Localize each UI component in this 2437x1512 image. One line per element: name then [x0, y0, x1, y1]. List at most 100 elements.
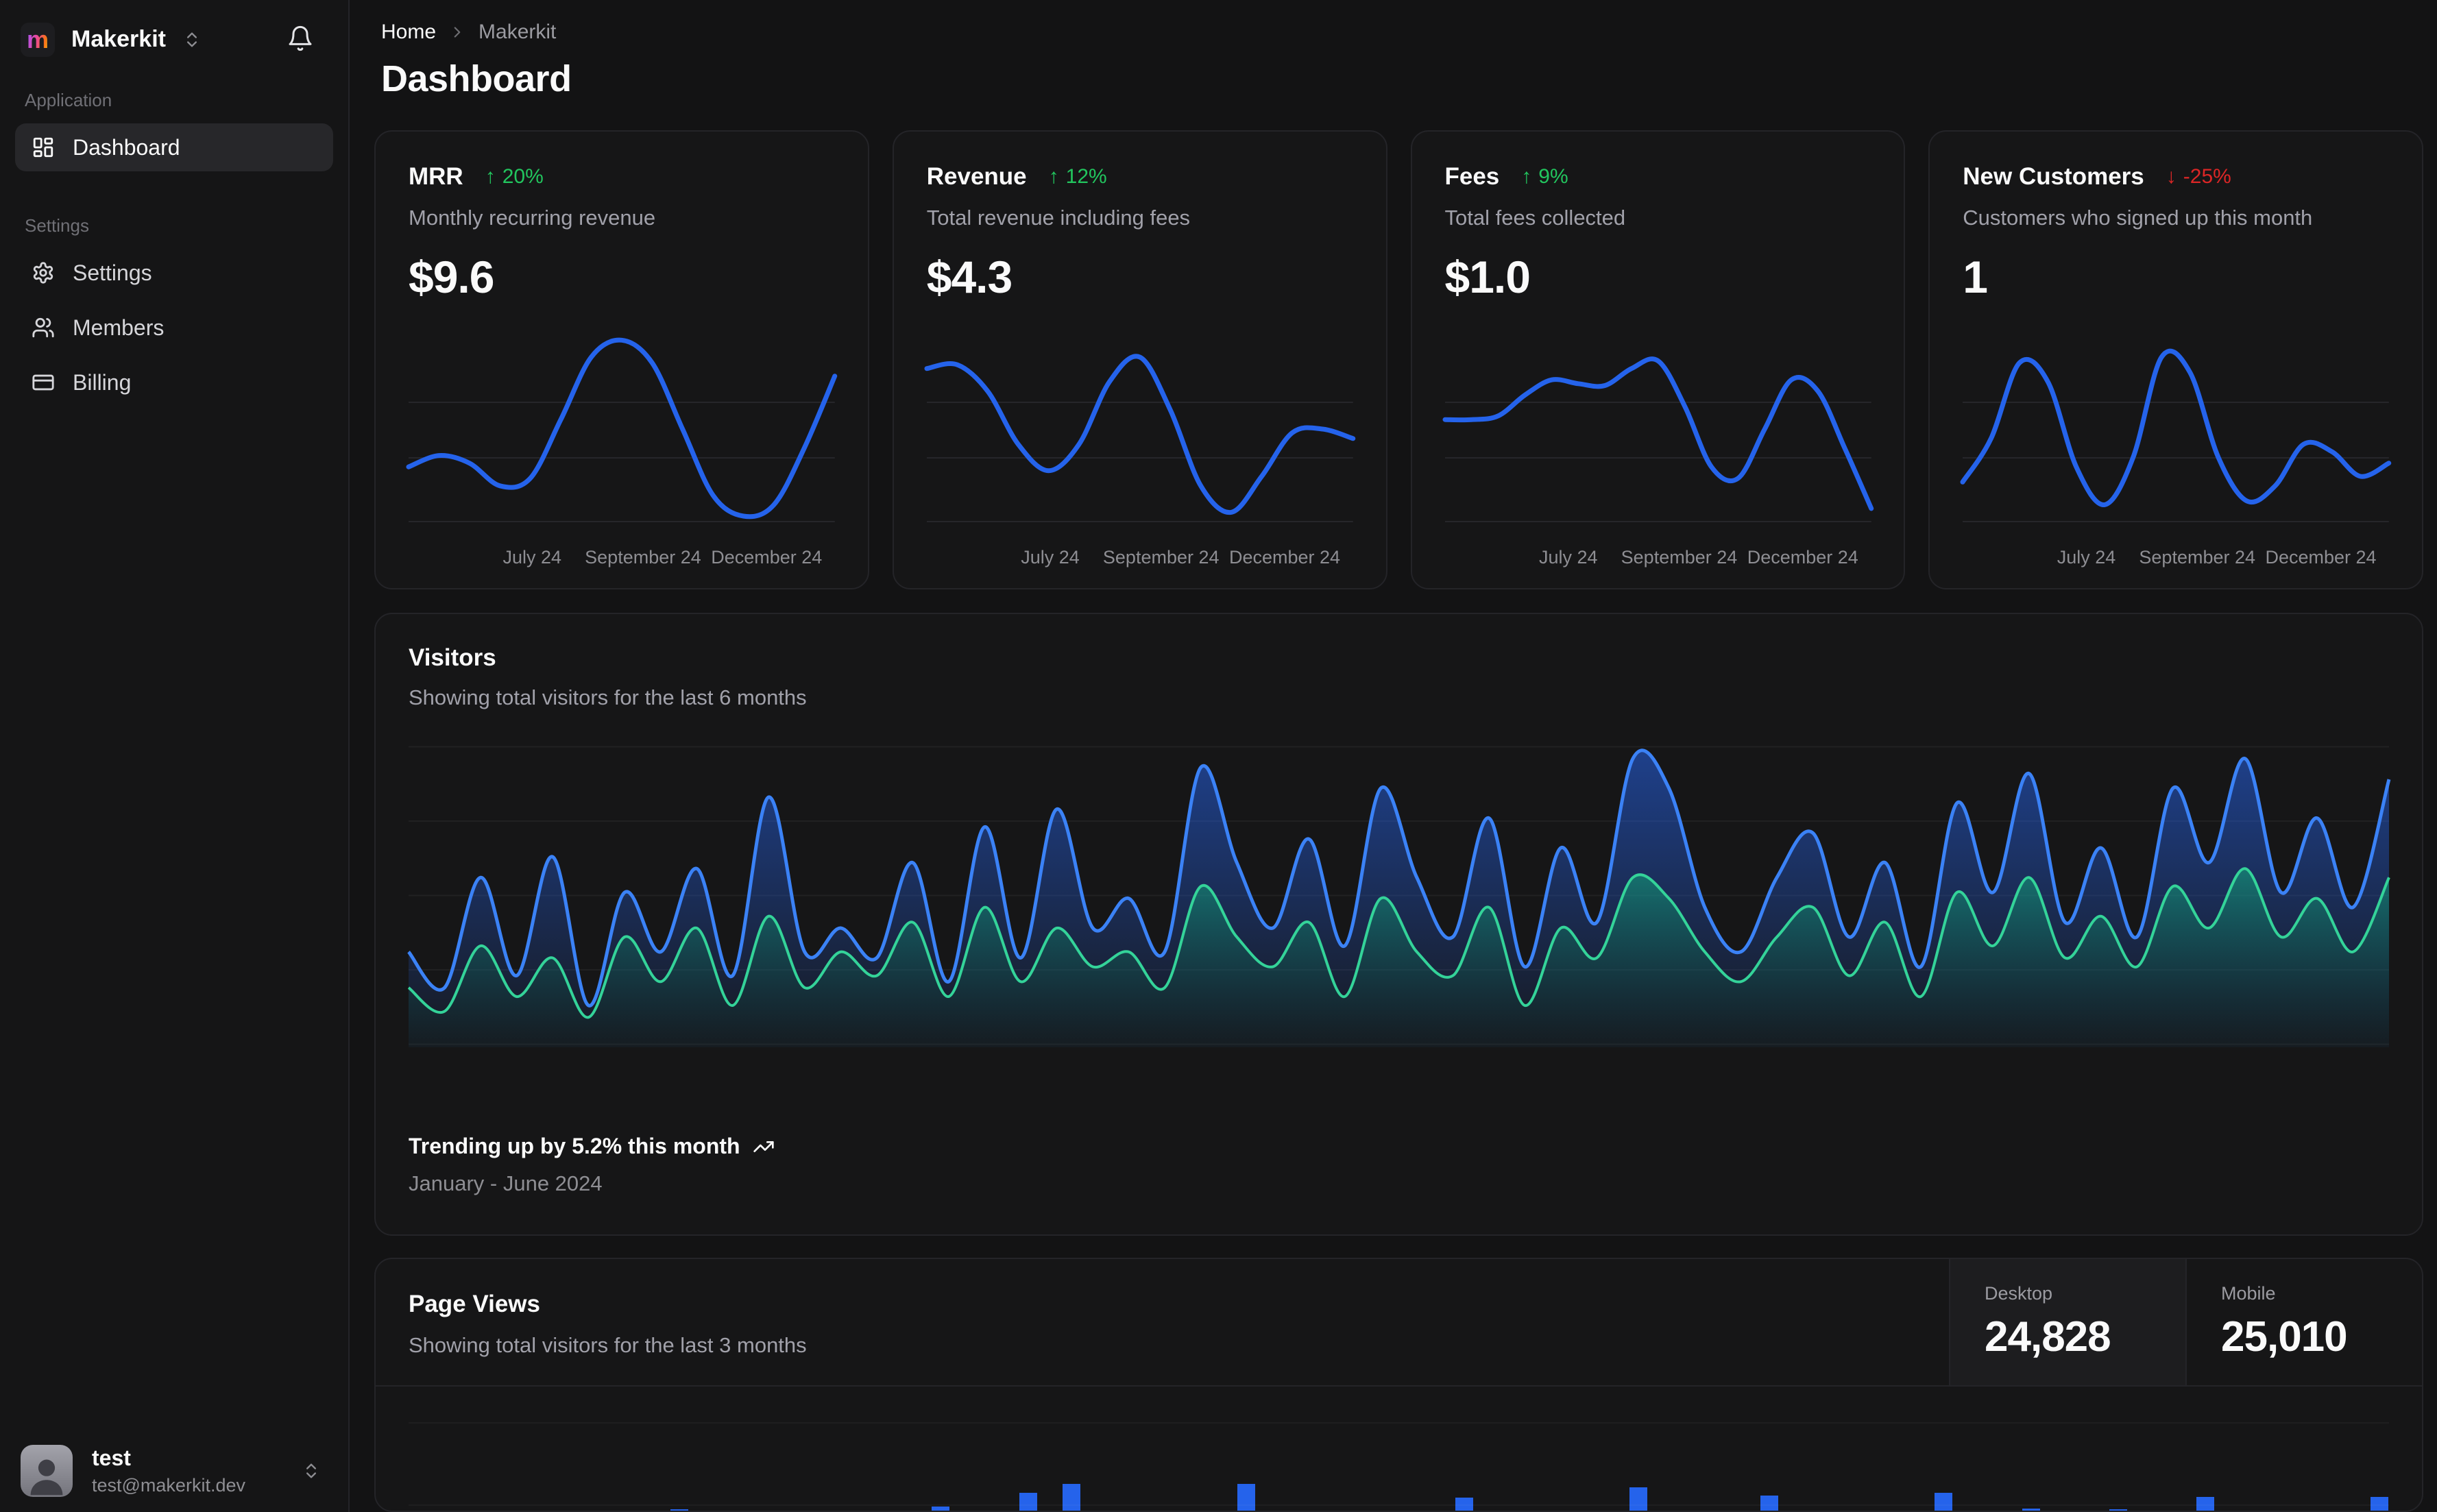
stat-subtitle: Total revenue including fees: [926, 206, 1191, 230]
stat-title: MRR: [409, 163, 463, 190]
stat-title: New Customers: [1963, 163, 2144, 190]
trending-row: Trending up by 5.2% this month: [409, 1134, 2389, 1159]
nav-section-label: Settings: [25, 215, 89, 236]
stat-sparkline-chart: [409, 326, 835, 532]
stat-card: New Customers ↓ -25% Customers who signe…: [1928, 130, 2423, 589]
stat-subtitle: Customers who signed up this month: [1963, 206, 2313, 230]
workspace-selector[interactable]: m Makerkit: [21, 22, 202, 57]
stat-value: $4.3: [926, 252, 1013, 302]
toggle-mobile[interactable]: Mobile 25,010: [2185, 1259, 2422, 1385]
x-axis-label: September 24: [2139, 547, 2256, 568]
page-title: Dashboard: [381, 58, 572, 99]
sidebar-item-dashboard[interactable]: Dashboard: [15, 123, 333, 171]
members-icon: [32, 316, 55, 339]
visitors-title: Visitors: [409, 644, 496, 671]
gridline: [409, 1504, 2389, 1506]
chevrons-up-down-icon: [182, 30, 202, 49]
page-views-subtitle: Showing total visitors for the last 3 mo…: [409, 1333, 807, 1357]
toggle-desktop-value: 24,828: [1985, 1313, 2111, 1361]
page-views-title: Page Views: [409, 1291, 540, 1317]
stat-value: 1: [1963, 252, 1988, 302]
stat-subtitle: Total fees collected: [1444, 206, 1626, 230]
workspace-name: Makerkit: [71, 26, 166, 52]
nav-section-label: Application: [25, 90, 112, 110]
sidebar-item-members[interactable]: Members: [15, 304, 333, 352]
stat-sparkline-chart: [1963, 326, 2389, 532]
bar: [1019, 1493, 1037, 1511]
stat-sparkline-chart: [927, 326, 1353, 532]
sidebar-item-label: Billing: [73, 369, 132, 395]
stat-card-header: Fees ↑ 9%: [1445, 163, 1871, 191]
stat-delta-badge: ↓ -25%: [2166, 165, 2231, 188]
sidebar-header: m Makerkit: [0, 0, 348, 65]
user-name: test: [92, 1446, 131, 1470]
stat-card: MRR ↑ 20% Monthly recurring revenue $9.6…: [374, 130, 869, 589]
page-views-header: Page Views Showing total visitors for th…: [376, 1259, 2422, 1387]
sidebar-item-label: Dashboard: [73, 134, 180, 160]
sidebar: m Makerkit Application Dashboard Settings S…: [0, 0, 350, 1512]
main-content: Home Makerkit Dashboard MRR ↑ 20% Monthl…: [350, 0, 2437, 1512]
delta-percent: 9%: [1538, 165, 1568, 188]
bell-icon: [287, 25, 314, 52]
delta-percent: 20%: [502, 165, 544, 188]
x-axis-label: July 24: [2057, 547, 2116, 568]
x-axis-label: September 24: [1621, 547, 1738, 568]
logo-letter: m: [26, 25, 49, 53]
chevron-right-icon: [448, 23, 466, 41]
stat-x-axis-labels: July 24 September 24 December 24: [1445, 540, 1871, 576]
delta-arrow-icon: ↑: [485, 165, 496, 188]
bar: [1629, 1487, 1648, 1511]
sidebar-item-label: Members: [73, 315, 165, 340]
delta-arrow-icon: ↓: [2166, 165, 2177, 188]
toggle-desktop-label: Desktop: [1985, 1283, 2053, 1304]
breadcrumb-home[interactable]: Home: [381, 21, 436, 44]
delta-arrow-icon: ↑: [1521, 165, 1532, 188]
sidebar-nav: Application Dashboard Settings Settings Memb…: [0, 65, 348, 406]
x-axis-label: December 24: [711, 547, 823, 568]
bar: [1063, 1484, 1081, 1511]
app-root: m Makerkit Application Dashboard Settings S…: [0, 0, 2437, 1512]
stat-value: $1.0: [1444, 252, 1531, 302]
sidebar-item-billing[interactable]: Billing: [15, 358, 333, 406]
toggle-mobile-value: 25,010: [2221, 1313, 2348, 1361]
makerkit-logo-icon: m: [21, 22, 55, 57]
x-axis-label: December 24: [1747, 547, 1858, 568]
bar: [1760, 1496, 1778, 1511]
user-email: test@makerkit.dev: [92, 1475, 245, 1496]
stat-sparkline-chart: [1445, 326, 1871, 532]
stat-delta-badge: ↑ 20%: [485, 165, 544, 188]
stat-value: $9.6: [409, 252, 494, 302]
x-axis-label: July 24: [502, 547, 562, 568]
visitors-card: Visitors Showing total visitors for the …: [374, 613, 2423, 1236]
bar: [2022, 1509, 2040, 1511]
stat-subtitle: Monthly recurring revenue: [409, 206, 656, 230]
dashboard-icon: [32, 136, 55, 159]
bar: [1237, 1484, 1255, 1511]
billing-icon: [32, 371, 55, 394]
x-axis-label: September 24: [1102, 547, 1220, 568]
stat-card-header: MRR ↑ 20%: [409, 163, 835, 191]
avatar: [21, 1445, 73, 1497]
toggle-desktop[interactable]: Desktop 24,828: [1949, 1259, 2185, 1385]
settings-icon: [32, 261, 55, 284]
x-axis-label: July 24: [1021, 547, 1080, 568]
toggle-mobile-label: Mobile: [2221, 1283, 2276, 1304]
visitors-area-chart: [409, 737, 2389, 1047]
stat-delta-badge: ↑ 12%: [1049, 165, 1107, 188]
breadcrumb: Home Makerkit: [381, 21, 2423, 44]
stat-x-axis-labels: July 24 September 24 December 24: [1963, 540, 2389, 576]
stat-card: Revenue ↑ 12% Total revenue including fe…: [892, 130, 1387, 589]
trending-text: Trending up by 5.2% this month: [409, 1134, 740, 1158]
user-menu[interactable]: test test@makerkit.dev: [0, 1430, 348, 1512]
bar: [2109, 1509, 2127, 1511]
bar: [932, 1507, 950, 1511]
trending-up-icon: [753, 1136, 775, 1158]
x-axis-label: December 24: [1228, 547, 1341, 568]
notifications-button[interactable]: [282, 21, 318, 58]
delta-percent: 12%: [1065, 165, 1107, 188]
nav-section: Application Dashboard: [15, 90, 333, 171]
sidebar-item-settings[interactable]: Settings: [15, 249, 333, 297]
user-meta: test test@makerkit.dev: [92, 1446, 282, 1496]
sidebar-item-label: Settings: [73, 260, 152, 285]
stat-x-axis-labels: July 24 September 24 December 24: [927, 540, 1353, 576]
